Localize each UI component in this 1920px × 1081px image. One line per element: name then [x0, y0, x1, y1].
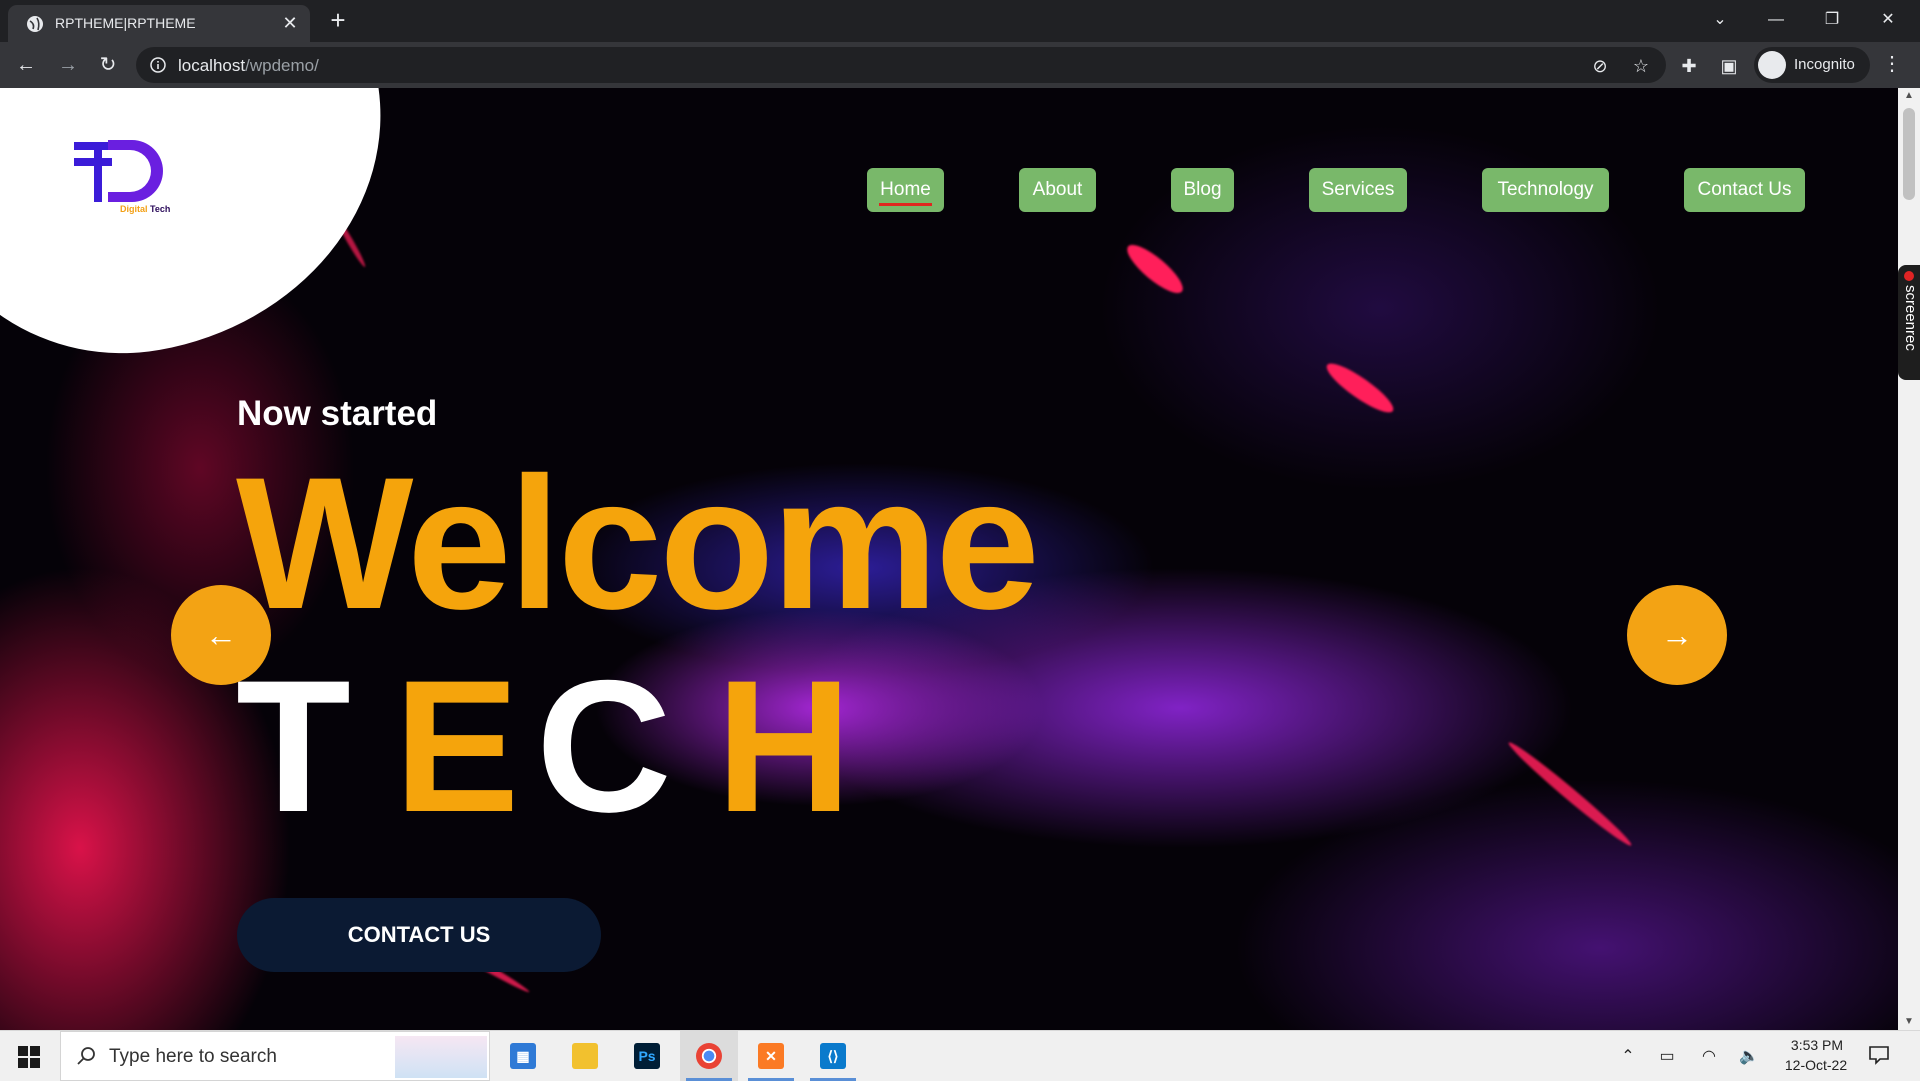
- taskbar-file-explorer[interactable]: [556, 1031, 614, 1081]
- hero-letter-t: T: [236, 641, 351, 851]
- active-underline: [879, 203, 932, 206]
- clock-date[interactable]: 12-Oct-22: [1778, 1057, 1854, 1073]
- taskbar-chrome[interactable]: [680, 1031, 738, 1081]
- close-window-button[interactable]: ✕: [1868, 6, 1908, 34]
- slider-next-button[interactable]: →: [1627, 585, 1727, 685]
- taskbar-search[interactable]: Type here to search: [60, 1031, 490, 1081]
- url-text: localhost/wpdemo/: [178, 56, 319, 75]
- new-tab-button[interactable]: +: [326, 7, 350, 33]
- wifi-icon[interactable]: ◠: [1698, 1046, 1720, 1066]
- search-icon: [77, 1047, 95, 1065]
- record-dot-icon: [1904, 271, 1914, 281]
- logo-wordmark: Digital Tech: [120, 204, 171, 214]
- nav-about[interactable]: About: [1019, 168, 1096, 212]
- digital-tech-logo[interactable]: [72, 136, 182, 208]
- scrollbar-thumb[interactable]: [1903, 108, 1915, 200]
- page-scrollbar[interactable]: ▲ ▼: [1898, 88, 1920, 1030]
- back-button[interactable]: ←: [12, 51, 40, 79]
- eye-slash-icon[interactable]: ⊘: [1589, 55, 1611, 77]
- tab-search-chevron-icon[interactable]: ⌄: [1700, 6, 1740, 34]
- scroll-down-arrow-icon[interactable]: ▼: [1903, 1016, 1915, 1028]
- address-bar[interactable]: localhost/wpdemo/ ⊘ ☆: [136, 47, 1666, 83]
- hero-letter-c: C: [536, 641, 672, 851]
- xampp-icon: ✕: [758, 1043, 784, 1069]
- tab-title: RPTHEME|RPTHEME: [55, 15, 196, 31]
- reload-button[interactable]: ↻: [94, 51, 122, 79]
- arrow-left-icon: ←: [205, 617, 237, 653]
- browser-tab[interactable]: RPTHEME|RPTHEME ✕: [8, 5, 310, 42]
- taskbar-photoshop[interactable]: Ps: [618, 1031, 676, 1081]
- forward-button[interactable]: →: [54, 51, 82, 79]
- microsoft-store-icon: ▦: [510, 1043, 536, 1069]
- nav-home[interactable]: Home: [867, 168, 944, 212]
- hero-headline: Welcome: [236, 438, 1040, 648]
- browser-toolbar: ← → ↻ localhost/wpdemo/ ⊘ ☆ ✚ ▣ Incognit…: [0, 42, 1920, 88]
- search-highlight-art: [395, 1036, 487, 1078]
- close-tab-icon[interactable]: ✕: [280, 13, 300, 33]
- search-placeholder: Type here to search: [109, 1046, 277, 1067]
- photoshop-icon: Ps: [634, 1043, 660, 1069]
- nav-technology[interactable]: Technology: [1482, 168, 1609, 212]
- clock-time[interactable]: 3:53 PM: [1785, 1037, 1849, 1053]
- extensions-puzzle-icon[interactable]: ✚: [1678, 55, 1700, 77]
- minimize-button[interactable]: —: [1756, 6, 1796, 34]
- tray-chevron-up-icon[interactable]: ⌃: [1617, 1046, 1639, 1066]
- restore-button[interactable]: ❐: [1812, 6, 1852, 34]
- slider-prev-button[interactable]: ←: [171, 585, 271, 685]
- globe-icon: [27, 16, 43, 32]
- hero-letter-e: E: [394, 641, 520, 851]
- info-icon[interactable]: [150, 57, 166, 73]
- screenrec-label: screenrec: [1902, 285, 1919, 351]
- windows-start-icon[interactable]: [18, 1046, 40, 1068]
- arrow-right-icon: →: [1661, 617, 1693, 653]
- bookmark-star-icon[interactable]: ☆: [1630, 55, 1652, 77]
- windows-taskbar: Type here to search ▦ Ps ✕ ⟨⟩ ⌃ ▭ ◠ 🔈 3:…: [0, 1030, 1920, 1081]
- profile-label: Incognito: [1794, 56, 1855, 73]
- screenrec-widget[interactable]: screenrec: [1898, 265, 1920, 380]
- incognito-icon: [1758, 51, 1786, 79]
- incognito-profile-button[interactable]: Incognito: [1754, 47, 1870, 83]
- battery-icon[interactable]: ▭: [1656, 1046, 1678, 1066]
- hero-eyebrow: Now started: [237, 394, 438, 433]
- taskbar-vscode[interactable]: ⟨⟩: [804, 1031, 862, 1081]
- volume-icon[interactable]: 🔈: [1738, 1046, 1760, 1066]
- contact-us-button[interactable]: CONTACT US: [237, 898, 601, 972]
- chrome-icon: [696, 1043, 722, 1069]
- notification-icon[interactable]: [1868, 1044, 1890, 1066]
- browser-tab-bar: RPTHEME|RPTHEME ✕ + ⌄ — ❐ ✕: [0, 0, 1920, 42]
- nav-contact-us[interactable]: Contact Us: [1684, 168, 1805, 212]
- folder-icon: [572, 1043, 598, 1069]
- nav-blog[interactable]: Blog: [1171, 168, 1234, 212]
- page-viewport: Digital Tech Home About Blog Services Te…: [0, 88, 1898, 1030]
- taskbar-store[interactable]: ▦: [494, 1031, 552, 1081]
- scroll-up-arrow-icon[interactable]: ▲: [1903, 90, 1915, 102]
- nav-services[interactable]: Services: [1309, 168, 1407, 212]
- taskbar-xampp[interactable]: ✕: [742, 1031, 800, 1081]
- browser-menu-icon[interactable]: ⋮: [1882, 51, 1902, 76]
- side-panel-icon[interactable]: ▣: [1718, 55, 1740, 77]
- hero-letter-h: H: [716, 641, 852, 851]
- vscode-icon: ⟨⟩: [820, 1043, 846, 1069]
